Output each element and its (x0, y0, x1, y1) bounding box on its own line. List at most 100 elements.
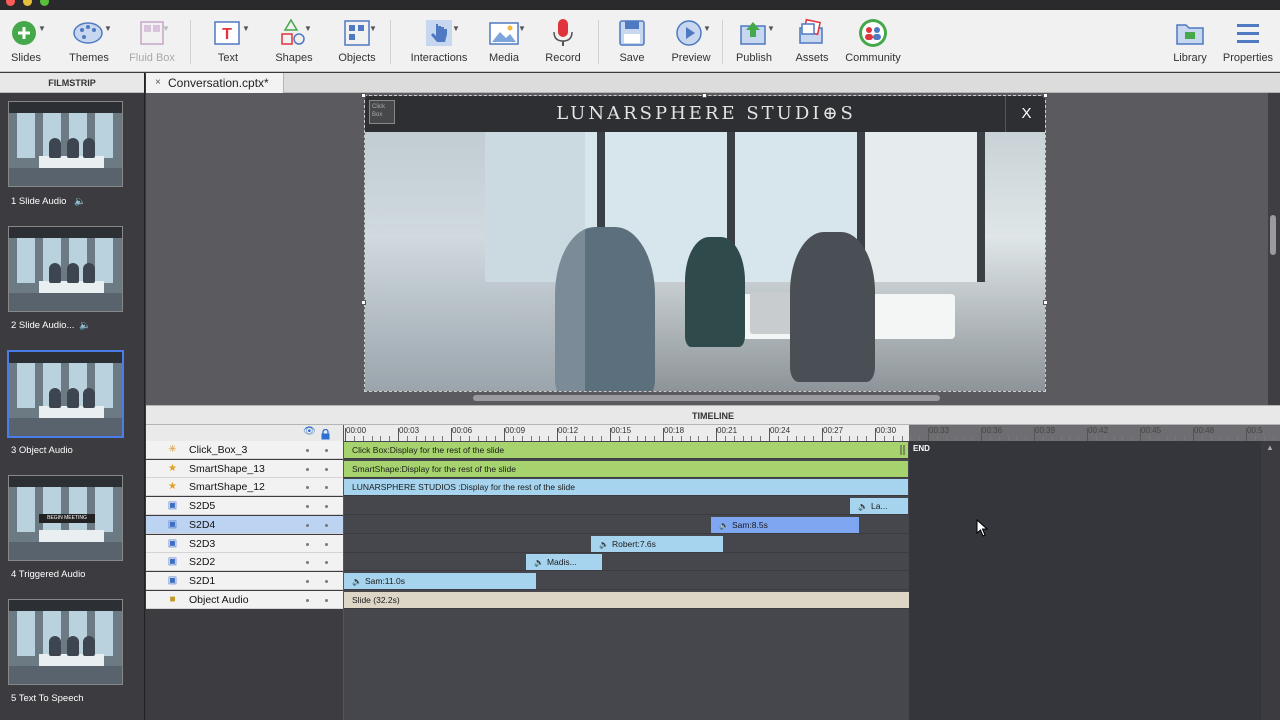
ruler-label: 00:18 (664, 426, 685, 435)
pause-marker-icon[interactable] (900, 445, 905, 455)
timeline-vertical-scrollbar[interactable]: ▲ (1261, 441, 1280, 720)
timeline-layer-row[interactable]: ▣ S2D1 (146, 571, 343, 590)
resize-handle[interactable] (1043, 93, 1048, 98)
toolbar-divider (722, 20, 723, 64)
timeline-layer-row[interactable]: ▣ S2D2 (146, 553, 343, 572)
close-window-dot[interactable] (6, 0, 15, 6)
slide-thumbnail-4[interactable]: BEGIN MEETING (8, 475, 123, 561)
filmstrip-title: FILMSTRIP (0, 73, 144, 93)
lock-toggle[interactable] (325, 598, 328, 602)
microphone-icon (553, 19, 573, 46)
library-button[interactable]: Library (1170, 16, 1210, 70)
lock-toggle[interactable] (325, 561, 328, 565)
assets-button[interactable]: Assets (792, 16, 832, 70)
lock-toggle[interactable] (325, 505, 328, 509)
timeline-bar[interactable]: 🔈 Robert:7.6s (591, 535, 723, 552)
svg-text:T: T (222, 26, 232, 43)
record-button[interactable]: Record (542, 16, 584, 70)
chevron-down-icon[interactable]: ▼ (242, 24, 250, 33)
speaker-icon: 🔈 (74, 196, 86, 207)
save-button[interactable]: Save (612, 16, 652, 70)
chevron-down-icon[interactable]: ▼ (104, 24, 112, 33)
image-icon: ▣ (167, 574, 178, 586)
resize-handle[interactable] (361, 93, 366, 98)
resize-handle[interactable] (702, 93, 707, 98)
visibility-toggle[interactable] (306, 542, 309, 546)
timeline-layer-row[interactable]: ✳ Click_Box_3 (146, 441, 343, 459)
playhead[interactable] (343, 425, 344, 720)
eye-icon[interactable]: 👁 (303, 426, 316, 437)
layer-name: S2D1 (189, 574, 216, 587)
timeline-bar[interactable]: SmartShape:Display for the rest of the s… (344, 460, 908, 477)
speaker-icon: 🔈 (352, 576, 362, 586)
chevron-down-icon[interactable]: ▼ (703, 24, 711, 33)
lock-toggle[interactable] (325, 542, 328, 546)
timeline-bar[interactable]: LUNARSPHERE STUDIOS :Display for the res… (344, 479, 908, 496)
timeline-layer-row[interactable]: ▣ S2D5 (146, 497, 343, 516)
timeline-bar[interactable]: 🔈 La... (850, 498, 908, 515)
timeline-layer-row[interactable]: ■ Object Audio (146, 590, 343, 609)
community-button[interactable]: Community (844, 16, 902, 70)
resize-handle[interactable] (1043, 300, 1048, 305)
timeline-layer-row[interactable]: ▣ S2D4 (146, 515, 343, 534)
folder-icon (1176, 24, 1204, 45)
timeline-bar[interactable]: 🔈 Madis... (526, 554, 602, 571)
lock-toggle[interactable] (325, 449, 328, 452)
visibility-toggle[interactable] (306, 467, 309, 471)
visibility-toggle[interactable] (306, 449, 309, 452)
star-icon: ★ (168, 462, 177, 474)
slide-thumbnail-5[interactable] (8, 599, 123, 685)
chevron-down-icon[interactable]: ▼ (304, 24, 312, 33)
timeline-layer-row[interactable]: ★ SmartShape_13 (146, 459, 343, 478)
document-tab-title: Conversation.cptx* (168, 76, 269, 90)
timeline-bar[interactable]: Click Box:Display for the rest of the sl… (344, 442, 908, 458)
chevron-down-icon[interactable]: ▼ (518, 24, 526, 33)
slide-stage: LUNARSPHERE STUDI⊕S X Click Box (146, 93, 1268, 405)
chevron-down-icon[interactable]: ▼ (369, 24, 377, 33)
resize-handle[interactable] (361, 300, 366, 305)
visibility-toggle[interactable] (306, 486, 309, 490)
vertical-scrollbar[interactable] (1270, 215, 1276, 255)
lock-toggle[interactable] (325, 523, 328, 527)
visibility-toggle[interactable] (306, 561, 309, 565)
timeline-bar[interactable]: 🔈 Sam:8.5s (711, 516, 859, 533)
zoom-window-dot[interactable] (40, 0, 49, 6)
timeline-track-row: Click Box:Display for the rest of the sl… (343, 441, 909, 459)
visibility-toggle[interactable] (306, 598, 309, 602)
click-box-object[interactable]: Click Box (369, 100, 395, 124)
timeline-layer-row[interactable]: ★ SmartShape_12 (146, 478, 343, 497)
slide-label: 4 Triggered Audio (11, 569, 86, 580)
lock-toggle[interactable] (325, 579, 328, 583)
timeline-ruler[interactable]: 00:00 00:03 00:06 00:09 00:12 00:15 00:18 00:21… (343, 425, 1280, 441)
chevron-down-icon[interactable]: ▼ (162, 24, 170, 33)
properties-button[interactable]: Properties (1222, 16, 1274, 70)
assets-icon (799, 18, 823, 44)
slide-thumbnail-1[interactable] (8, 101, 123, 187)
slide-thumbnail-3[interactable] (7, 350, 124, 438)
close-tab-icon[interactable]: × (155, 73, 161, 93)
slide-thumbnail-2[interactable] (8, 226, 123, 312)
layer-name: SmartShape_12 (189, 481, 265, 494)
ruler-label: 00:21 (717, 426, 738, 435)
timeline-bar[interactable]: Slide (32.2s) (344, 591, 909, 608)
timeline-layer-row[interactable]: ▣ S2D3 (146, 534, 343, 553)
visibility-toggle[interactable] (306, 523, 309, 527)
interactions-button[interactable]: Interactions (408, 16, 470, 70)
lock-toggle[interactable] (325, 467, 328, 471)
document-tab[interactable]: × Conversation.cptx* (146, 73, 284, 93)
chevron-down-icon[interactable]: ▼ (38, 24, 46, 33)
scroll-up-icon[interactable]: ▲ (1266, 443, 1274, 452)
timeline-bar[interactable]: 🔈 Sam:11.0s (344, 572, 536, 589)
lock-icon[interactable] (321, 427, 330, 440)
visibility-toggle[interactable] (306, 579, 309, 583)
chevron-down-icon[interactable]: ▼ (452, 24, 460, 33)
minimize-window-dot[interactable] (23, 0, 32, 6)
lock-toggle[interactable] (325, 486, 328, 490)
visibility-toggle[interactable] (306, 505, 309, 509)
slide-canvas[interactable]: LUNARSPHERE STUDI⊕S X Click Box (364, 95, 1046, 392)
slide-close-button[interactable]: X (1005, 96, 1045, 132)
horizontal-scrollbar[interactable] (473, 395, 940, 401)
chevron-down-icon[interactable]: ▼ (767, 24, 775, 33)
brand-title[interactable]: LUNARSPHERE STUDI⊕S (365, 96, 1045, 132)
slide-label: 5 Text To Speech (11, 693, 84, 704)
